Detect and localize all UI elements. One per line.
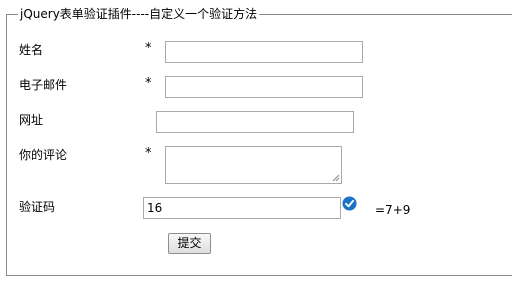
email-required-mark: * xyxy=(145,76,152,91)
check-circle-icon xyxy=(342,196,357,211)
comment-required-mark: * xyxy=(145,146,152,161)
name-label: 姓名 xyxy=(19,43,44,57)
captcha-input[interactable] xyxy=(143,197,341,219)
name-required-mark: * xyxy=(145,41,152,56)
comment-label: 你的评论 xyxy=(19,148,68,162)
name-input[interactable] xyxy=(165,41,363,63)
url-input[interactable] xyxy=(156,111,354,133)
submit-button[interactable]: 提交 xyxy=(168,233,211,254)
url-label: 网址 xyxy=(19,113,44,127)
fieldset-legend: jQuery表单验证插件----自定义一个验证方法 xyxy=(18,6,260,22)
email-label: 电子邮件 xyxy=(19,78,68,92)
comment-textarea[interactable] xyxy=(165,146,342,184)
captcha-hint: =7+9 xyxy=(375,203,411,217)
email-input[interactable] xyxy=(165,76,363,98)
captcha-label: 验证码 xyxy=(19,200,56,214)
